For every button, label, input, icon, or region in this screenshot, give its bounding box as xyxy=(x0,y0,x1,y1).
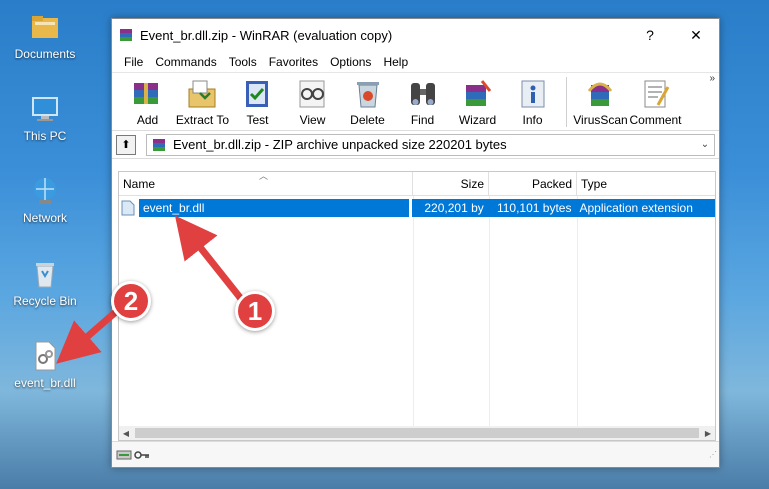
wizard-icon xyxy=(465,80,491,106)
dll-file-icon xyxy=(121,200,135,216)
toolbar: Add Extract To Test View Delete Find Wiz… xyxy=(112,73,719,131)
menu-commands[interactable]: Commands xyxy=(149,55,222,69)
delete-button[interactable]: Delete xyxy=(340,77,395,127)
menu-options[interactable]: Options xyxy=(324,55,377,69)
close-button[interactable]: ✕ xyxy=(673,19,719,51)
help-button[interactable]: ? xyxy=(627,19,673,51)
scroll-right-icon[interactable]: ▶ xyxy=(701,429,715,438)
file-type: Application extension xyxy=(575,199,715,217)
toolbar-label: Find xyxy=(410,113,435,127)
toolbar-label: Extract To xyxy=(175,113,230,127)
archive-icon xyxy=(153,138,165,151)
file-name-cell: event_br.dll xyxy=(119,199,412,217)
sort-ascending-icon: ︿ xyxy=(259,171,269,181)
toolbar-label: VirusScan xyxy=(573,113,628,127)
archive-path-dropdown[interactable]: Event_br.dll.zip - ZIP archive unpacked … xyxy=(146,133,715,156)
toolbar-label: Delete xyxy=(350,113,385,127)
virus-scan-icon xyxy=(587,82,612,106)
scrollbar-thumb[interactable] xyxy=(135,428,699,438)
wizard-button[interactable]: Wizard xyxy=(450,77,505,127)
desktop-icon-event-br-dll[interactable]: event_br.dll xyxy=(5,339,85,390)
menu-tools[interactable]: Tools xyxy=(223,55,263,69)
info-icon xyxy=(521,80,544,108)
dll-file-icon xyxy=(35,341,56,371)
toolbar-label: Test xyxy=(246,113,269,127)
desktop-icon-network[interactable]: Network xyxy=(5,174,85,225)
drive-and-key-icon xyxy=(116,450,149,459)
desktop-icon-label: This PC xyxy=(23,129,67,143)
info-button[interactable]: Info xyxy=(505,77,560,127)
horizontal-scrollbar[interactable]: ◀ ▶ xyxy=(119,426,715,440)
file-list: ︿ Name Size Packed Type event_br.dll 220… xyxy=(118,171,716,441)
folder-icon xyxy=(32,16,58,38)
menu-help[interactable]: Help xyxy=(377,55,414,69)
menu-file[interactable]: File xyxy=(118,55,149,69)
find-button[interactable]: Find xyxy=(395,77,450,127)
toolbar-label: Wizard xyxy=(458,113,497,127)
desktop-icon-documents[interactable]: Documents xyxy=(5,10,85,61)
address-bar: ⬆ Event_br.dll.zip - ZIP archive unpacke… xyxy=(112,131,719,159)
menu-favorites[interactable]: Favorites xyxy=(263,55,324,69)
column-divider xyxy=(577,196,578,430)
desktop-icon-label: Recycle Bin xyxy=(13,294,77,308)
menu-bar: File Commands Tools Favorites Options He… xyxy=(112,51,719,73)
computer-icon xyxy=(32,97,58,121)
step-badge-2: 2 xyxy=(111,281,151,321)
file-list-header: ︿ Name Size Packed Type xyxy=(119,171,715,196)
file-packed-size: 110,101 bytes xyxy=(487,199,576,217)
winrar-window: Event_br.dll.zip - WinRAR (evaluation co… xyxy=(111,18,720,468)
status-bar: ⋰ xyxy=(112,441,719,467)
view-icon xyxy=(299,80,324,108)
resize-grip-icon[interactable]: ⋰ xyxy=(709,450,717,459)
column-header-type[interactable]: Type xyxy=(577,172,715,196)
toolbar-label: Info xyxy=(522,113,543,127)
virusscan-button[interactable]: VirusScan xyxy=(573,77,628,127)
file-name: event_br.dll xyxy=(139,199,409,217)
add-archive-icon xyxy=(133,83,158,104)
up-folder-button[interactable]: ⬆ xyxy=(116,134,136,155)
desktop-icon-recycle-bin[interactable]: Recycle Bin xyxy=(5,257,85,308)
desktop-icon-label: Documents xyxy=(14,47,76,61)
delete-icon xyxy=(356,82,379,108)
window-title: Event_br.dll.zip - WinRAR (evaluation co… xyxy=(140,27,393,43)
title-bar[interactable]: Event_br.dll.zip - WinRAR (evaluation co… xyxy=(112,19,719,51)
table-row[interactable]: event_br.dll 220,201 by 110,101 bytes Ap… xyxy=(119,199,715,217)
column-divider xyxy=(413,196,414,430)
add-button[interactable]: Add xyxy=(120,77,175,127)
test-button[interactable]: Test xyxy=(230,77,285,127)
archive-path-text: Event_br.dll.zip - ZIP archive unpacked … xyxy=(173,137,507,152)
scroll-left-icon[interactable]: ◀ xyxy=(119,429,133,438)
up-arrow-icon: ⬆ xyxy=(121,139,131,151)
toolbar-label: Comment xyxy=(629,113,682,127)
extract-to-icon xyxy=(188,80,215,108)
file-size: 220,201 by xyxy=(412,199,488,217)
recycle-bin-icon xyxy=(36,263,54,288)
column-header-size[interactable]: Size xyxy=(413,172,489,196)
toolbar-separator xyxy=(566,77,567,127)
network-icon xyxy=(34,178,56,204)
desktop-icon-label: event_br.dll xyxy=(14,376,76,390)
toolbar-overflow-chevron[interactable]: » xyxy=(709,73,715,84)
comment-button[interactable]: Comment xyxy=(628,77,683,127)
desktop-icon-this-pc[interactable]: This PC xyxy=(5,92,85,143)
chevron-down-icon[interactable]: ⌄ xyxy=(696,139,714,150)
toolbar-label: View xyxy=(299,113,326,127)
find-binoculars-icon xyxy=(410,83,435,105)
toolbar-label: Add xyxy=(136,113,159,127)
test-icon xyxy=(245,81,268,107)
column-header-packed[interactable]: Packed xyxy=(489,172,577,196)
step-badge-1: 1 xyxy=(235,291,275,331)
desktop-icon-label: Network xyxy=(22,211,67,225)
column-divider xyxy=(489,196,490,430)
comment-icon xyxy=(644,80,669,108)
winrar-app-icon xyxy=(120,29,132,41)
view-button[interactable]: View xyxy=(285,77,340,127)
extract-to-button[interactable]: Extract To xyxy=(175,77,230,127)
